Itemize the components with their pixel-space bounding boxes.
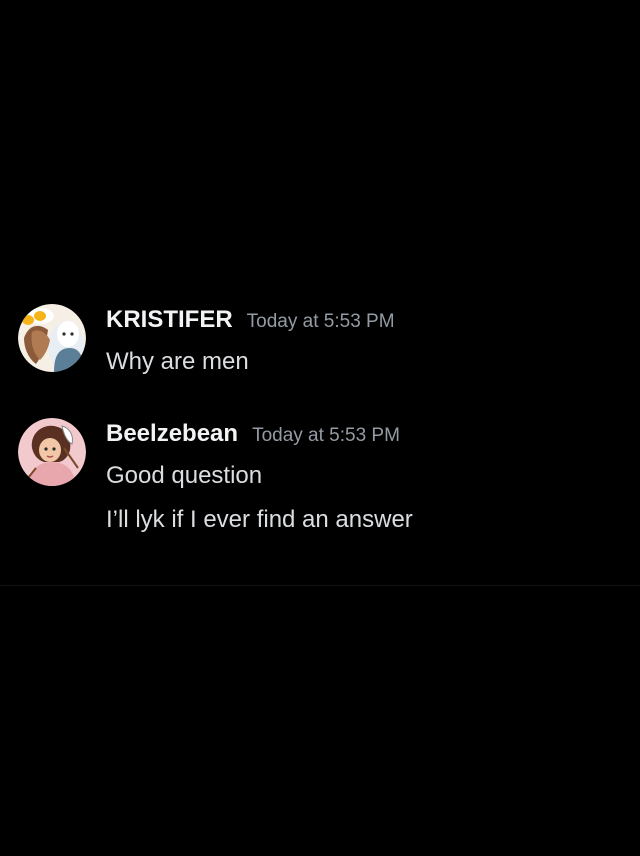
username[interactable]: KRISTIFER bbox=[106, 300, 233, 340]
message-header: Beelzebean Today at 5:53 PM bbox=[106, 414, 626, 454]
timestamp: Today at 5:53 PM bbox=[246, 311, 395, 332]
username[interactable]: Beelzebean bbox=[106, 414, 238, 454]
message-text: Why are men bbox=[106, 348, 249, 375]
timestamp: Today at 5:53 PM bbox=[252, 425, 400, 446]
avatar-beelzebean-icon bbox=[18, 418, 86, 486]
message-content: KRISTIFER Today at 5:53 PM Why are men bbox=[106, 300, 626, 384]
message-header: KRISTIFER Today at 5:53 PM bbox=[106, 300, 626, 340]
divider bbox=[0, 585, 640, 586]
message-content: Beelzebean Today at 5:53 PM Good questio… bbox=[106, 414, 626, 542]
message-text: Good question bbox=[106, 462, 263, 489]
user-avatar-icon[interactable] bbox=[18, 304, 86, 372]
message-list: KRISTIFER Today at 5:53 PM Why are men B… bbox=[0, 0, 640, 586]
user-avatar-icon[interactable] bbox=[18, 418, 86, 486]
message-text: I’ll lyk if I ever find an answer bbox=[106, 506, 413, 533]
avatar-kristifer-icon bbox=[18, 304, 86, 372]
